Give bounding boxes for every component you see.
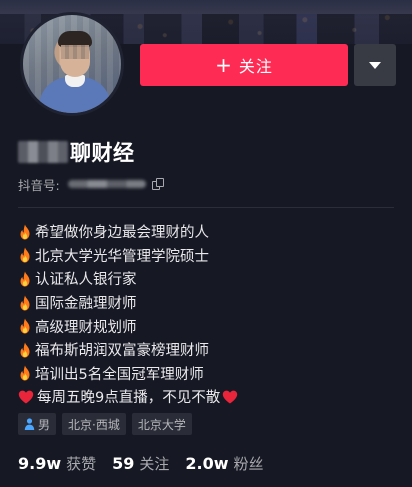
male-person-icon xyxy=(24,418,35,430)
divider xyxy=(18,207,394,208)
heart-icon xyxy=(223,390,238,404)
bio: 希望做你身边最会理财的人 北京大学光华管理学院硕士 认证私人银行家 国际金融理财… xyxy=(18,220,398,409)
follow-button-label: 关注 xyxy=(238,57,273,76)
followers-stat[interactable]: 2.0w 粉丝 xyxy=(185,453,263,474)
profile-stats: 9.9w 获赞 59 关注 2.0w 粉丝 xyxy=(18,452,280,474)
douyin-id-row: 抖音号: xyxy=(18,175,164,193)
follow-button[interactable]: + 关注 xyxy=(140,44,348,86)
fire-icon xyxy=(20,365,30,381)
fire-icon xyxy=(20,342,30,358)
more-options-button[interactable] xyxy=(354,44,396,86)
fire-icon xyxy=(20,295,30,311)
face-mosaic xyxy=(61,45,89,59)
bio-line: 北京大学光华管理学院硕士 xyxy=(18,244,398,268)
douyin-id-label: 抖音号: xyxy=(18,177,60,193)
profile-page: + 关注 聊财经 抖音号: 希望做你身边最会理财的人 北京大学光华管理学院硕士 … xyxy=(0,0,412,487)
profile-name: 聊财经 xyxy=(18,138,135,166)
avatar[interactable] xyxy=(20,12,124,116)
bio-line: 希望做你身边最会理财的人 xyxy=(18,220,398,244)
school-tag: 北京大学 xyxy=(131,413,192,435)
fire-icon xyxy=(20,271,30,287)
bio-line: 培训出5名全国冠军理财师 xyxy=(18,362,398,386)
name-mosaic xyxy=(18,141,68,163)
location-tag: 北京·西城 xyxy=(62,413,126,435)
bio-line: 福布斯胡润双富豪榜理财师 xyxy=(18,338,398,362)
profile-tags: 男 北京·西城 北京大学 xyxy=(18,413,192,435)
plus-icon: + xyxy=(215,53,233,77)
bio-line: 认证私人银行家 xyxy=(18,267,398,291)
profile-name-text: 聊财经 xyxy=(70,141,135,165)
fire-icon xyxy=(20,247,30,263)
likes-stat[interactable]: 9.9w 获赞 xyxy=(18,453,96,474)
fire-icon xyxy=(20,318,30,334)
bio-line-live: 每周五晚9点直播，不见不散 xyxy=(18,385,398,409)
bio-line: 国际金融理财师 xyxy=(18,291,398,315)
gender-tag: 男 xyxy=(18,413,57,435)
heart-icon xyxy=(18,390,34,404)
copy-icon[interactable] xyxy=(151,178,164,190)
following-stat[interactable]: 59 关注 xyxy=(112,453,169,474)
triangle-down-icon xyxy=(369,61,381,69)
fire-icon xyxy=(20,224,30,240)
douyin-id-mosaic xyxy=(67,180,146,188)
bio-line: 高级理财规划师 xyxy=(18,314,398,338)
